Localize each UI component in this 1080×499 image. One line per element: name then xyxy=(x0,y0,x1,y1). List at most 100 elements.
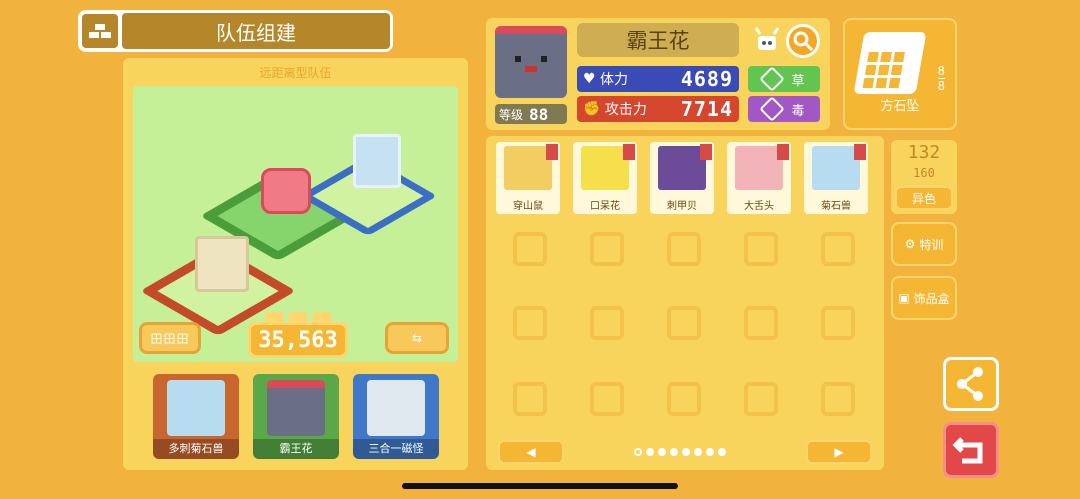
next-page-button[interactable]: ▶ xyxy=(806,440,872,464)
member-name: 多刺菊石兽 xyxy=(153,439,239,459)
member-name: 三合一磁怪 xyxy=(353,439,439,459)
page-dot[interactable] xyxy=(718,448,726,456)
search-icon[interactable] xyxy=(786,24,820,58)
bingo-icon[interactable] xyxy=(752,24,782,56)
page-dot[interactable] xyxy=(670,448,678,456)
team-panel: 远距离型队伍 田田田 35,563 ⇆ 多刺菊石兽 霸王花 三合一磁怪 xyxy=(123,58,468,470)
type-label: 毒 xyxy=(791,103,805,119)
swap-button[interactable]: ⇆ xyxy=(385,322,449,354)
pokemon-vileplume[interactable] xyxy=(261,168,311,214)
star-badge-icon xyxy=(623,144,635,160)
stone-max: 8 xyxy=(937,78,945,93)
pokemon-name: 霸王花 xyxy=(577,23,739,57)
return-arrow-icon xyxy=(952,437,983,464)
box-count-current: 132 xyxy=(907,142,941,163)
card-portrait xyxy=(812,146,860,190)
pokemon-box: 穿山鼠 口呆花 刺甲贝 大舌头 菊石兽 ◀ ▶ xyxy=(486,136,884,470)
star-badge-icon xyxy=(546,144,558,160)
prev-page-button[interactable]: ◀ xyxy=(498,440,564,464)
team-power: 35,563 xyxy=(248,322,348,358)
card-name: 口呆花 xyxy=(590,201,620,212)
team-member-3[interactable]: 三合一磁怪 xyxy=(353,374,439,459)
empty-slot[interactable] xyxy=(590,232,624,266)
detail-portrait xyxy=(495,26,567,98)
vileplume-portrait xyxy=(267,380,325,436)
empty-slot[interactable] xyxy=(821,232,855,266)
formation-button[interactable]: 田田田 xyxy=(139,322,201,354)
empty-slot[interactable] xyxy=(667,232,701,266)
card-name: 大舌头 xyxy=(744,201,774,212)
empty-slot[interactable] xyxy=(744,306,778,340)
training-button[interactable]: ⚙ 特训 xyxy=(891,222,957,266)
omastar-portrait xyxy=(167,380,225,436)
training-label: 特训 xyxy=(919,237,944,252)
box-card-5[interactable]: 菊石兽 xyxy=(804,142,868,214)
party-icon xyxy=(82,14,118,48)
box-count: 132 160 异色 xyxy=(891,140,957,214)
page-dots xyxy=(634,448,726,456)
empty-slot[interactable] xyxy=(667,382,701,416)
share-button[interactable] xyxy=(943,357,999,411)
page-dot[interactable] xyxy=(658,448,666,456)
page-dot[interactable] xyxy=(634,448,642,456)
card-portrait xyxy=(658,146,706,190)
pokemon-detail: 等级 88 霸王花 ♥ 体力 4689 ✊ 攻击力 7714 草 毒 xyxy=(486,18,830,130)
magneton-portrait xyxy=(367,380,425,436)
page-dot[interactable] xyxy=(706,448,714,456)
back-button[interactable] xyxy=(943,422,999,478)
poison-type-icon xyxy=(759,96,786,122)
pokemon-magneton[interactable] xyxy=(353,134,401,188)
box-card-1[interactable]: 穿山鼠 xyxy=(496,142,560,214)
card-name: 菊石兽 xyxy=(821,201,851,212)
empty-slot[interactable] xyxy=(744,232,778,266)
atk-label: 攻击力 xyxy=(604,102,647,118)
decor-label: 饰品盒 xyxy=(913,291,950,306)
team-member-2[interactable]: 霸王花 xyxy=(253,374,339,459)
page-title: 队伍组建 xyxy=(122,13,390,49)
level-value: 88 xyxy=(529,104,549,124)
page-dot[interactable] xyxy=(694,448,702,456)
page-dot[interactable] xyxy=(682,448,690,456)
team-type-label: 远距离型队伍 xyxy=(259,66,332,80)
stone-current: 8 xyxy=(937,64,945,78)
shiny-filter-button[interactable]: 异色 xyxy=(895,186,953,210)
empty-slot[interactable] xyxy=(821,306,855,340)
power-stone-grid-icon xyxy=(853,32,927,94)
home-indicator[interactable] xyxy=(402,483,678,489)
level-label: 等级 xyxy=(499,107,524,122)
empty-slot[interactable] xyxy=(513,382,547,416)
empty-slot[interactable] xyxy=(513,232,547,266)
box-card-3[interactable]: 刺甲贝 xyxy=(650,142,714,214)
card-portrait xyxy=(504,146,552,190)
box-icon: ▣ xyxy=(898,291,910,305)
empty-slot[interactable] xyxy=(821,382,855,416)
member-name: 霸王花 xyxy=(253,439,339,459)
decoration-box-button[interactable]: ▣ 饰品盒 xyxy=(891,276,957,320)
team-member-1[interactable]: 多刺菊石兽 xyxy=(153,374,239,459)
type-label: 草 xyxy=(791,73,805,89)
share-icon xyxy=(957,367,983,401)
hp-label: 体力 xyxy=(600,72,629,88)
star-badge-icon xyxy=(854,144,866,160)
card-portrait xyxy=(581,146,629,190)
empty-slot[interactable] xyxy=(590,382,624,416)
empty-slot[interactable] xyxy=(590,306,624,340)
page-dot[interactable] xyxy=(646,448,654,456)
empty-slot[interactable] xyxy=(667,306,701,340)
heart-icon: ♥ xyxy=(583,71,596,87)
type-poison-badge: 毒 xyxy=(748,96,820,122)
box-card-2[interactable]: 口呆花 xyxy=(573,142,637,214)
stone-count: 8 8 xyxy=(937,64,945,93)
empty-slot[interactable] xyxy=(744,382,778,416)
box-count-max: 160 xyxy=(913,166,935,180)
atk-value: 7714 xyxy=(680,97,733,121)
box-card-4[interactable]: 大舌头 xyxy=(727,142,791,214)
title-bar: 队伍组建 xyxy=(78,10,393,52)
pokemon-omastar[interactable] xyxy=(195,236,249,292)
power-stone-button[interactable]: 8 8 方石坠 xyxy=(843,18,957,130)
hp-stat: ♥ 体力 4689 xyxy=(577,66,739,92)
attack-stat: ✊ 攻击力 7714 xyxy=(577,96,739,122)
empty-slot[interactable] xyxy=(513,306,547,340)
card-name: 刺甲贝 xyxy=(667,201,697,212)
card-name: 穿山鼠 xyxy=(513,201,543,212)
